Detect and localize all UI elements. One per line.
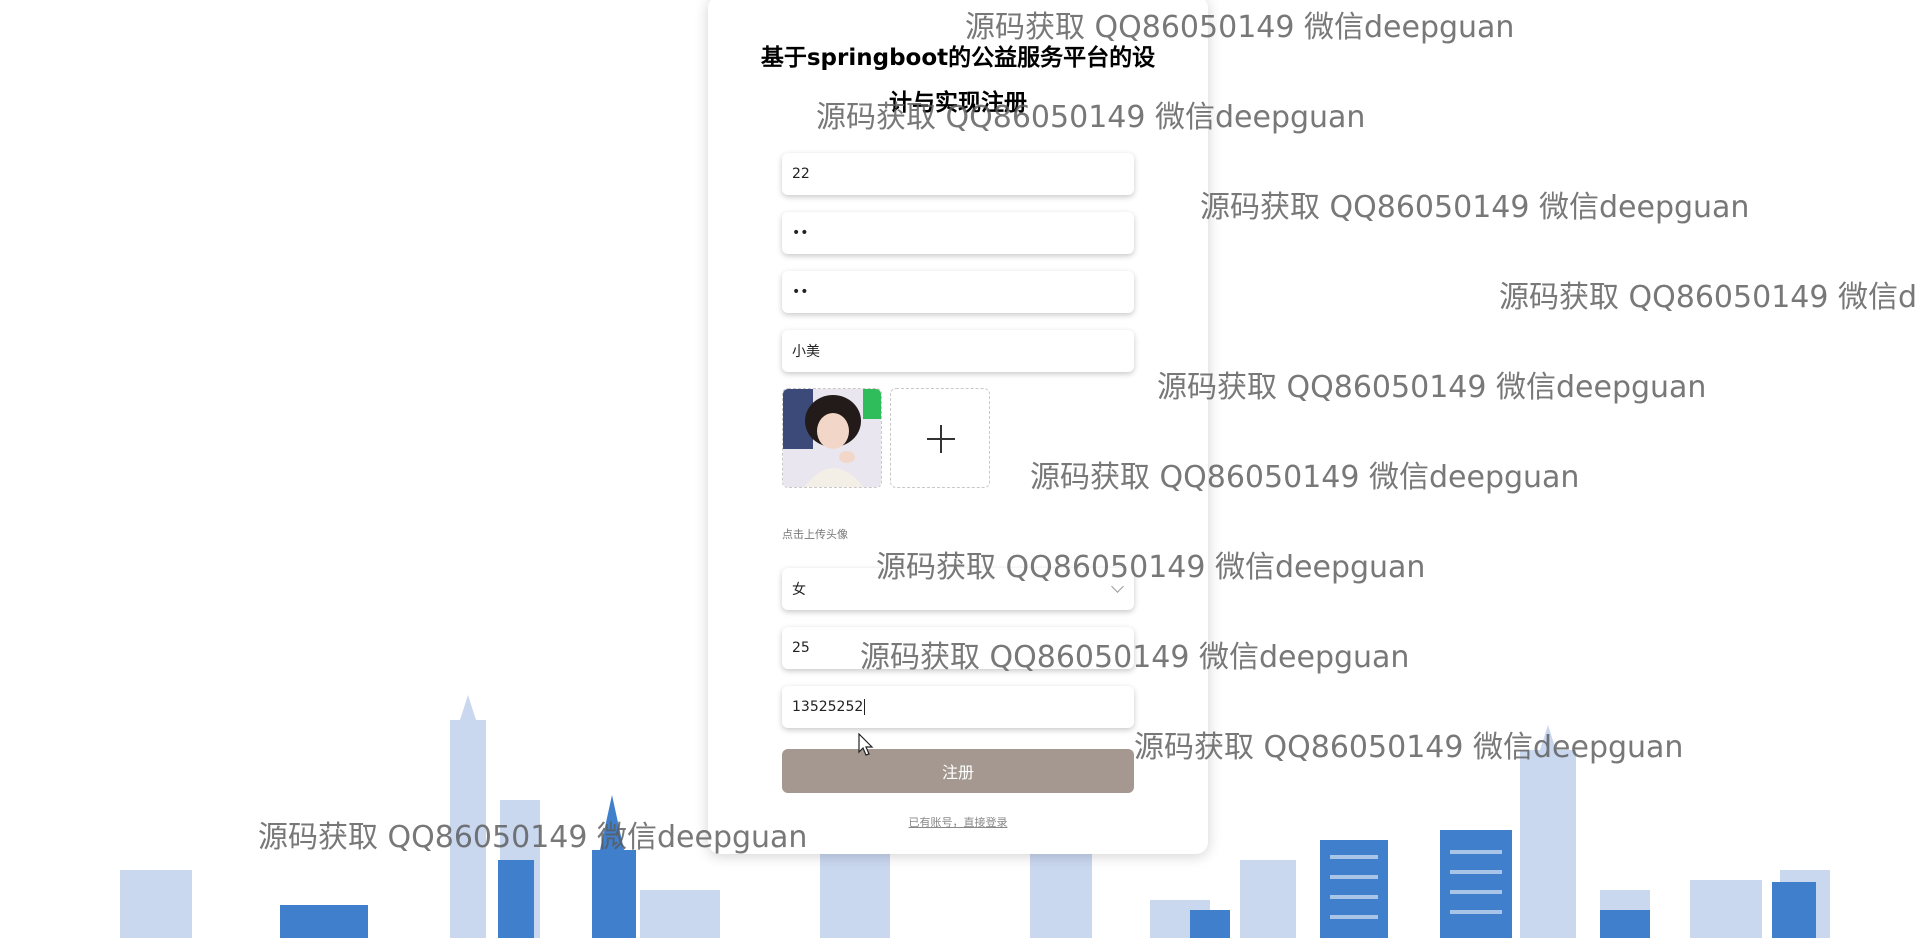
watermark-text: 源码获取 QQ86050149 微信deepguan — [1157, 370, 1707, 405]
confirm-password-value: •• — [792, 284, 809, 300]
page-title-line-2: 计与实现注册 — [889, 90, 1027, 116]
page-title: 基于springboot的公益服务平台的设 计与实现注册 — [758, 36, 1158, 126]
gender-select[interactable]: 女 — [782, 568, 1134, 610]
age-value: 25 — [792, 640, 810, 656]
password-field[interactable]: •• — [782, 212, 1134, 254]
confirm-password-field[interactable]: •• — [782, 271, 1134, 313]
upload-avatar-button[interactable] — [890, 388, 990, 488]
mouse-cursor-icon — [858, 733, 874, 756]
upload-hint: 点击上传头像 — [782, 528, 848, 541]
watermark-text: 源码获取 QQ86050149 微信deepguan — [1200, 190, 1750, 225]
name-field[interactable]: 小美 — [782, 330, 1134, 372]
register-button[interactable]: 注册 — [782, 749, 1134, 793]
watermark-text: 源码获取 QQ86050149 微信de — [1499, 280, 1916, 315]
avatar-thumbnail[interactable] — [782, 388, 882, 488]
gender-value: 女 — [792, 582, 806, 598]
text-caret — [864, 699, 866, 715]
account-field[interactable]: 22 — [782, 153, 1134, 195]
plus-icon-vertical — [940, 425, 942, 453]
login-link[interactable]: 已有账号，直接登录 — [708, 814, 1208, 830]
age-field[interactable]: 25 — [782, 627, 1134, 669]
name-value: 小美 — [792, 344, 820, 360]
register-card: 基于springboot的公益服务平台的设 计与实现注册 22 •• •• 小美… — [708, 0, 1208, 854]
chevron-down-icon — [1111, 580, 1124, 593]
phone-field[interactable]: 13525252 — [782, 686, 1134, 728]
avatar-photo-icon — [783, 389, 881, 487]
page-title-line-1: 基于springboot的公益服务平台的设 — [760, 45, 1156, 71]
phone-value: 13525252 — [792, 699, 864, 715]
password-value: •• — [792, 225, 809, 241]
account-value: 22 — [792, 166, 810, 182]
